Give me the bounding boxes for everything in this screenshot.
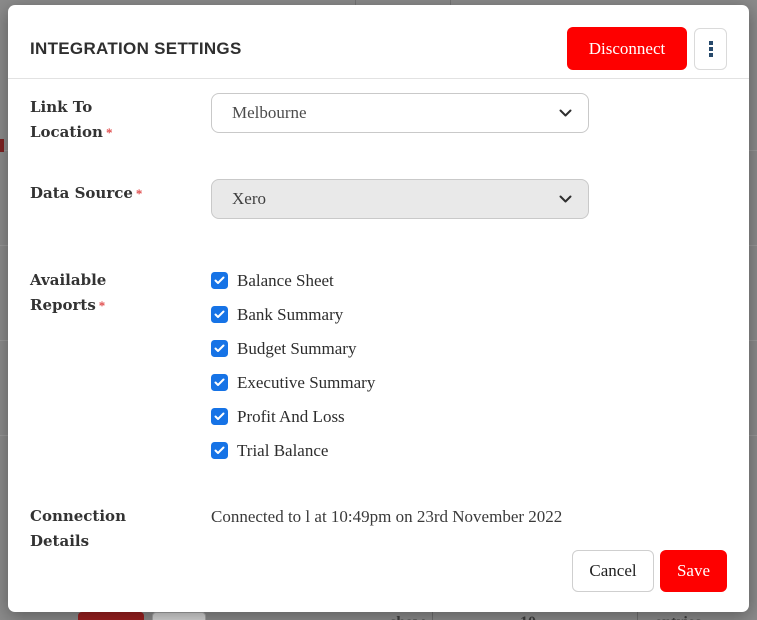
required-asterisk: * <box>135 186 143 201</box>
modal-body: Link To Location * Melbourne Data Source *… <box>8 79 749 554</box>
report-checkbox-list: Balance Sheet Bank Summary Budget Summar… <box>211 266 589 472</box>
required-asterisk: * <box>105 125 113 140</box>
link-to-location-label: Link To Location * <box>30 98 113 141</box>
report-checkbox-item[interactable]: Budget Summary <box>211 336 589 361</box>
checkbox-label: Balance Sheet <box>237 270 334 290</box>
checkbox-label: Budget Summary <box>237 338 357 358</box>
background-page-size: 10 <box>520 614 536 620</box>
checkbox-checked-icon[interactable] <box>211 442 228 459</box>
background-divider <box>637 612 638 620</box>
connection-details-label: Connection Details <box>30 507 126 550</box>
checkbox-checked-icon[interactable] <box>211 340 228 357</box>
checkbox-checked-icon[interactable] <box>211 272 228 289</box>
link-to-location-row: Link To Location * Melbourne <box>30 93 727 145</box>
data-source-label: Data Source * <box>30 184 143 202</box>
connection-details-value: Connected to l at 10:49pm on 23rd Novemb… <box>211 507 563 526</box>
save-button[interactable]: Save <box>660 550 727 592</box>
cancel-button[interactable]: Cancel <box>572 550 654 592</box>
chevron-down-icon <box>559 195 572 202</box>
background-divider <box>432 612 433 620</box>
checkbox-label: Trial Balance <box>237 440 329 460</box>
location-select-value: Melbourne <box>232 103 307 122</box>
checkbox-checked-icon[interactable] <box>211 374 228 391</box>
modal-footer: Cancel Save <box>572 550 727 592</box>
data-source-select-value: Xero <box>232 189 266 208</box>
disconnect-button[interactable]: Disconnect <box>567 27 687 70</box>
location-select[interactable]: Melbourne <box>211 93 589 133</box>
required-asterisk: * <box>98 298 106 313</box>
report-checkbox-item[interactable]: Profit And Loss <box>211 404 589 429</box>
data-source-row: Data Source * Xero <box>30 179 727 219</box>
report-checkbox-item[interactable]: Trial Balance <box>211 438 589 463</box>
background-red-button-sliver <box>0 139 4 152</box>
checkbox-checked-icon[interactable] <box>211 408 228 425</box>
report-checkbox-item[interactable]: Bank Summary <box>211 302 589 327</box>
report-checkbox-item[interactable]: Balance Sheet <box>211 268 589 293</box>
chevron-down-icon <box>559 109 572 116</box>
checkbox-label: Bank Summary <box>237 304 344 324</box>
kebab-menu-icon <box>708 40 713 57</box>
modal-header: INTEGRATION SETTINGS Disconnect <box>8 5 749 78</box>
background-entries-label: entries <box>655 614 701 620</box>
available-reports-label: Available Reports * <box>30 271 107 314</box>
background-bottom-strip: show 10 entries <box>0 612 757 620</box>
kebab-menu-button[interactable] <box>694 27 727 70</box>
integration-settings-modal: INTEGRATION SETTINGS Disconnect Link To … <box>8 5 749 612</box>
modal-title: INTEGRATION SETTINGS <box>30 38 242 58</box>
header-actions: Disconnect <box>567 27 727 70</box>
background-red-button <box>78 612 144 620</box>
checkbox-checked-icon[interactable] <box>211 306 228 323</box>
report-checkbox-item[interactable]: Executive Summary <box>211 370 589 395</box>
available-reports-row: Available Reports * Balance Sheet Bank Su… <box>30 266 727 472</box>
background-white-button <box>152 612 206 620</box>
background-show-label: show <box>390 614 425 620</box>
checkbox-label: Profit And Loss <box>237 406 345 426</box>
connection-details-row: Connection Details Connected to l at 10:… <box>30 502 727 554</box>
checkbox-label: Executive Summary <box>237 372 376 392</box>
data-source-select: Xero <box>211 179 589 219</box>
